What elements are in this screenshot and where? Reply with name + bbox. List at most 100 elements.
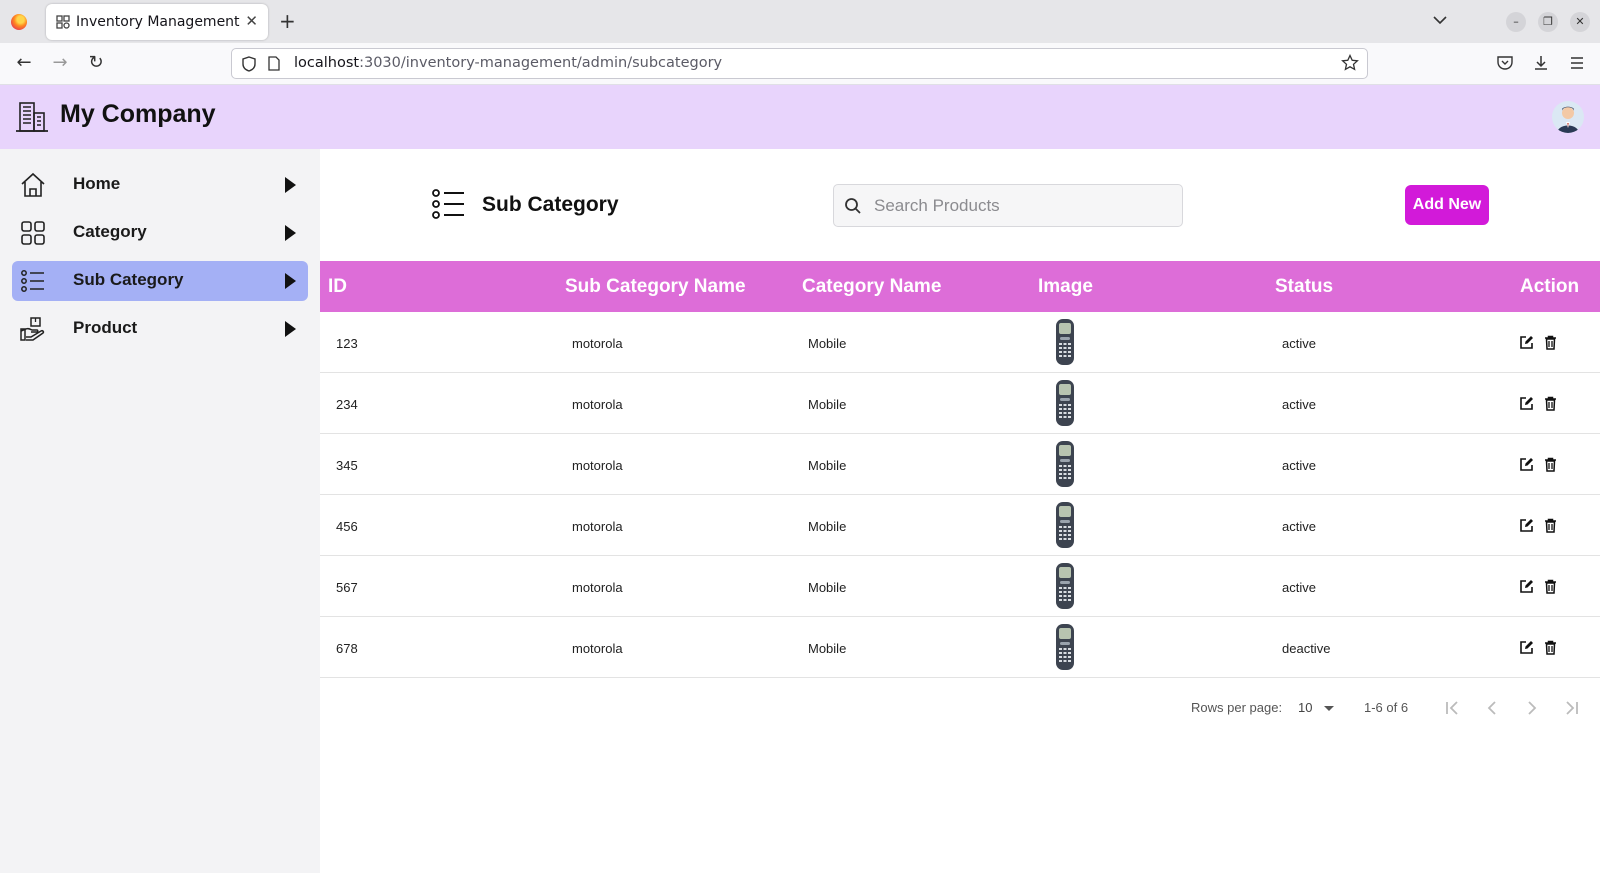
tab-list-chevron-icon[interactable]: [1432, 12, 1448, 28]
delete-icon[interactable]: [1543, 335, 1558, 350]
previous-page-icon[interactable]: [1482, 698, 1502, 718]
cell-status: active: [1282, 336, 1316, 351]
cell-status: active: [1282, 519, 1316, 534]
pocket-icon[interactable]: [1496, 54, 1514, 72]
new-tab-icon[interactable]: +: [279, 9, 296, 33]
rows-per-page-label: Rows per page:: [1191, 700, 1283, 715]
column-header-sub-category-name[interactable]: Sub Category Name: [565, 276, 746, 298]
back-icon[interactable]: ←: [14, 53, 34, 73]
phone-image: [1056, 502, 1074, 548]
table-row: 345 motorola Mobile active: [320, 434, 1600, 495]
phone-image: [1056, 380, 1074, 426]
inventory-favicon-icon: [56, 15, 70, 29]
cell-id: 345: [336, 458, 358, 473]
column-header-category-name[interactable]: Category Name: [802, 276, 941, 298]
url-bar[interactable]: localhost:3030/inventory-management/admi…: [231, 48, 1368, 79]
subcategory-table: ID Sub Category Name Category Name Image…: [320, 261, 1600, 678]
cell-status: active: [1282, 458, 1316, 473]
column-header-image[interactable]: Image: [1038, 276, 1093, 298]
cell-status: active: [1282, 397, 1316, 412]
caret-right-icon: [285, 273, 296, 289]
page-title: Sub Category: [482, 193, 619, 216]
edit-icon[interactable]: [1519, 518, 1534, 533]
dropdown-caret-icon[interactable]: [1324, 706, 1334, 711]
bookmark-star-icon[interactable]: [1341, 54, 1359, 72]
search-input[interactable]: [874, 194, 1174, 218]
page-range: 1-6 of 6: [1364, 700, 1409, 715]
edit-icon[interactable]: [1519, 640, 1534, 655]
search-box[interactable]: [833, 184, 1183, 227]
last-page-icon[interactable]: [1562, 698, 1582, 718]
edit-icon[interactable]: [1519, 579, 1534, 594]
user-avatar-icon: [1557, 106, 1579, 133]
sidebar-item-product[interactable]: Product: [12, 309, 308, 349]
search-icon: [845, 198, 861, 214]
browser-tab[interactable]: Inventory Management ✕: [46, 4, 268, 40]
reload-icon[interactable]: ↻: [86, 53, 106, 73]
cell-category-name: Mobile: [808, 641, 847, 656]
close-window-icon[interactable]: ✕: [1570, 12, 1590, 32]
column-header-status[interactable]: Status: [1275, 276, 1333, 298]
sidebar: Home Category Sub Category Product: [0, 149, 320, 873]
cell-sub-category-name: motorola: [572, 580, 623, 595]
sidebar-item-label: Product: [73, 318, 138, 337]
minimize-icon[interactable]: –: [1506, 12, 1526, 32]
cell-category-name: Mobile: [808, 336, 847, 351]
sidebar-item-sub-category[interactable]: Sub Category: [12, 261, 308, 301]
table-row: 678 motorola Mobile deactive: [320, 617, 1600, 678]
company-building-icon: [16, 102, 48, 132]
cell-sub-category-name: motorola: [572, 336, 623, 351]
cell-id: 123: [336, 336, 358, 351]
list-icon: [432, 189, 464, 219]
delete-icon[interactable]: [1543, 457, 1558, 472]
grid-icon: [21, 221, 45, 245]
cell-sub-category-name: motorola: [572, 641, 623, 656]
cell-status: deactive: [1282, 641, 1331, 656]
list-icon: [21, 270, 44, 292]
cell-sub-category-name: motorola: [572, 397, 623, 412]
firefox-icon: [11, 14, 27, 30]
user-avatar[interactable]: [1552, 101, 1584, 133]
cell-sub-category-name: motorola: [572, 458, 623, 473]
table-row: 567 motorola Mobile active: [320, 556, 1600, 617]
phone-image: [1056, 624, 1074, 670]
table-row: 456 motorola Mobile active: [320, 495, 1600, 556]
company-name: My Company: [60, 100, 216, 128]
next-page-icon[interactable]: [1522, 698, 1542, 718]
tab-title: Inventory Management: [76, 14, 240, 30]
table-header: ID Sub Category Name Category Name Image…: [320, 261, 1600, 312]
url-text[interactable]: localhost:3030/inventory-management/admi…: [294, 55, 722, 71]
tracking-shield-icon[interactable]: [242, 56, 256, 72]
cell-category-name: Mobile: [808, 519, 847, 534]
downloads-icon[interactable]: [1532, 54, 1550, 72]
delete-icon[interactable]: [1543, 579, 1558, 594]
table-row: 234 motorola Mobile active: [320, 373, 1600, 434]
add-new-button[interactable]: Add New: [1405, 185, 1489, 225]
sidebar-item-label: Home: [73, 174, 121, 193]
table-body: 123 motorola Mobile active 234 motorola Mobile…: [320, 312, 1600, 678]
page-info-icon[interactable]: [268, 56, 280, 71]
edit-icon[interactable]: [1519, 396, 1534, 411]
edit-icon[interactable]: [1519, 457, 1534, 472]
phone-image: [1056, 441, 1074, 487]
forward-icon[interactable]: →: [50, 53, 70, 73]
sidebar-item-label: Category: [73, 222, 147, 241]
cell-id: 678: [336, 641, 358, 656]
delete-icon[interactable]: [1543, 396, 1558, 411]
tab-close-icon[interactable]: ✕: [245, 12, 258, 30]
rows-per-page-select[interactable]: 10: [1298, 700, 1312, 715]
app-header: My Company: [0, 85, 1600, 149]
menu-icon[interactable]: [1568, 54, 1586, 72]
first-page-icon[interactable]: [1442, 698, 1462, 718]
delete-icon[interactable]: [1543, 518, 1558, 533]
sidebar-item-home[interactable]: Home: [12, 165, 308, 205]
column-header-action[interactable]: Action: [1520, 276, 1579, 298]
edit-icon[interactable]: [1519, 335, 1534, 350]
sidebar-item-category[interactable]: Category: [12, 213, 308, 253]
browser-tabbar: Inventory Management ✕ + – ❐ ✕: [0, 0, 1600, 43]
cell-id: 567: [336, 580, 358, 595]
column-header-id[interactable]: ID: [328, 276, 347, 298]
restore-icon[interactable]: ❐: [1538, 12, 1558, 32]
cell-status: active: [1282, 580, 1316, 595]
delete-icon[interactable]: [1543, 640, 1558, 655]
